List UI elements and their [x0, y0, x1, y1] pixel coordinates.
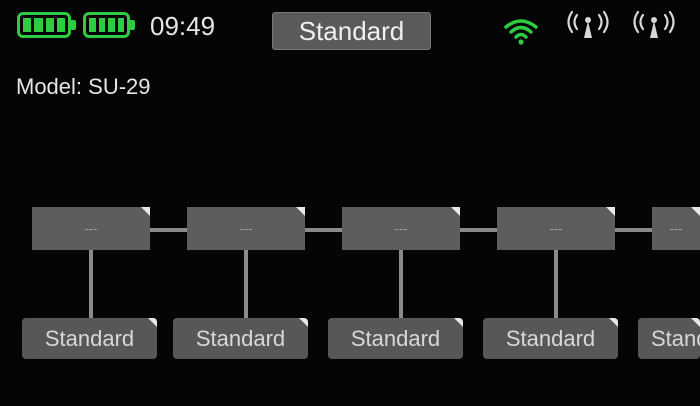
wifi-icon	[504, 19, 538, 45]
flight-mode-button[interactable]: Standard	[272, 12, 431, 50]
connector-line	[304, 228, 342, 232]
connector-line	[614, 228, 652, 232]
battery-icon	[17, 12, 76, 38]
connector-line	[244, 250, 248, 318]
clock: 09:49	[150, 11, 216, 41]
connector-line	[399, 250, 403, 318]
chain-slot[interactable]: ---	[32, 207, 150, 250]
antenna-icon	[633, 10, 675, 38]
chain-slot[interactable]: ---	[497, 207, 615, 250]
connector-line	[89, 250, 93, 318]
chain-slot[interactable]: ---	[652, 207, 700, 250]
chain-slot[interactable]: ---	[342, 207, 460, 250]
chain-label-button[interactable]: Standard	[638, 318, 700, 359]
connector-line	[150, 228, 188, 232]
connector-line	[554, 250, 558, 318]
chain-label-button[interactable]: Standard	[173, 318, 308, 359]
chain-slot[interactable]: ---	[187, 207, 305, 250]
chain-label-button[interactable]: Standard	[483, 318, 618, 359]
chain-label-button[interactable]: Standard	[328, 318, 463, 359]
model-name: Model: SU-29	[16, 74, 151, 99]
antenna-icon	[567, 10, 609, 38]
connector-line	[459, 228, 497, 232]
battery-icon	[83, 12, 135, 38]
chain-label-button[interactable]: Standard	[22, 318, 157, 359]
